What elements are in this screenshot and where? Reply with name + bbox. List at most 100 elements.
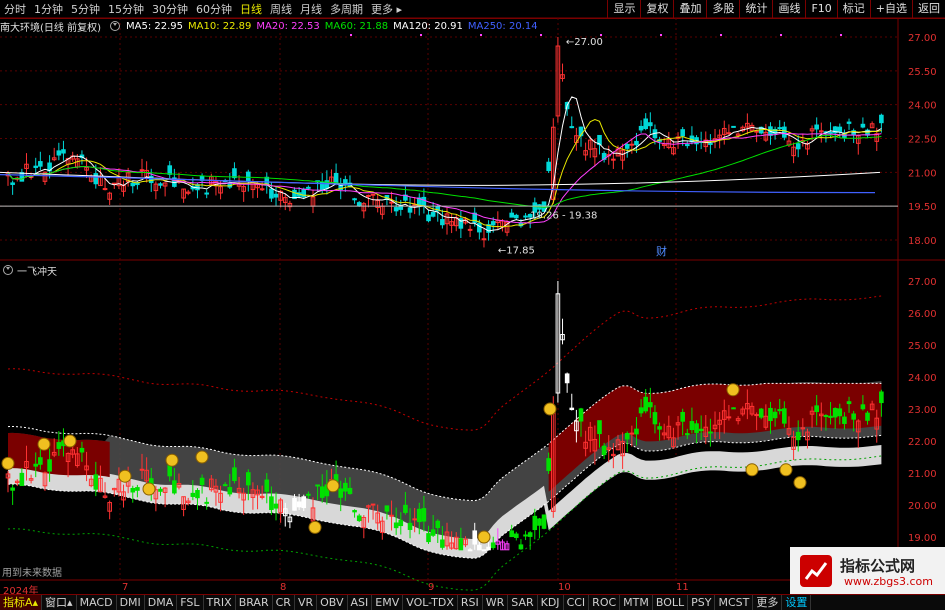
sub-candle-body bbox=[204, 501, 210, 504]
indicator-tab[interactable]: ROC bbox=[589, 595, 621, 610]
sub-candle-body bbox=[643, 396, 649, 412]
candle-body bbox=[638, 125, 644, 131]
y-tick-label: 21.00 bbox=[908, 168, 937, 179]
sub-candle-body bbox=[837, 408, 843, 417]
event-dot bbox=[350, 34, 352, 36]
sub-candle-body bbox=[33, 463, 39, 467]
sub-candle-body bbox=[564, 373, 570, 384]
sub-candle-body bbox=[56, 442, 62, 449]
future-data-note: 用到未来数据 bbox=[2, 566, 62, 579]
sub-candle-body bbox=[393, 522, 399, 529]
sub-candle-body bbox=[684, 433, 690, 436]
indicator-tab[interactable]: EMV bbox=[372, 595, 404, 610]
sub-candle-body bbox=[777, 409, 783, 412]
candle-body bbox=[33, 165, 39, 168]
sub-candle-body bbox=[832, 408, 838, 418]
indicator-tab[interactable]: PSY bbox=[688, 595, 716, 610]
sub-candle-body bbox=[199, 477, 205, 486]
high-annotation: ←27.00 bbox=[566, 37, 603, 48]
y-tick-label: 23.00 bbox=[908, 405, 937, 416]
ma-line bbox=[7, 118, 882, 228]
indicator-tab[interactable]: 更多 bbox=[753, 595, 783, 610]
candle-body bbox=[777, 127, 783, 130]
candle-body bbox=[19, 172, 25, 182]
sub-candle-body bbox=[421, 508, 427, 522]
date-axis: 2024年 7 8 9 10 11 bbox=[0, 582, 790, 597]
sub-candle-body bbox=[472, 530, 478, 545]
watermark: 指标公式网 www.zbgs3.com bbox=[790, 547, 945, 594]
sub-candle-body bbox=[356, 515, 362, 522]
y-tick-label: 27.00 bbox=[908, 277, 937, 288]
indicator-tab[interactable]: KDJ bbox=[538, 595, 564, 610]
sub-candle-body bbox=[629, 432, 635, 435]
indicator-tab[interactable]: FSL bbox=[177, 595, 204, 610]
sub-candle-body bbox=[828, 415, 833, 418]
sub-candle-body bbox=[726, 416, 732, 419]
candle-body bbox=[158, 183, 163, 186]
sub-candle-body bbox=[652, 412, 658, 425]
candle-body bbox=[139, 169, 145, 172]
indicator-tab[interactable]: VR bbox=[295, 595, 318, 610]
sub-candle-body bbox=[624, 432, 630, 440]
sub-candle-body bbox=[860, 404, 866, 410]
emoji-icon bbox=[779, 463, 793, 477]
indicator-tab[interactable]: MACD bbox=[77, 595, 117, 610]
indicator-tab[interactable]: TRIX bbox=[204, 595, 236, 610]
emoji-icon bbox=[543, 402, 557, 416]
sub-candle-body bbox=[190, 492, 196, 497]
indicator-tab[interactable]: CR bbox=[273, 595, 295, 610]
candle-body bbox=[38, 161, 43, 167]
sub-candle-body bbox=[823, 415, 829, 418]
indicator-tab[interactable]: CCI bbox=[564, 595, 590, 610]
candle-body bbox=[731, 125, 736, 128]
sub-candle-body bbox=[435, 520, 441, 529]
y-tick-label: 22.00 bbox=[908, 437, 937, 448]
candle-body bbox=[56, 150, 62, 156]
indicator-tab[interactable]: MTM bbox=[620, 595, 653, 610]
sub-candle-body bbox=[546, 458, 551, 471]
event-dot bbox=[840, 34, 842, 36]
indicator-tab[interactable]: VOL-TDX bbox=[403, 595, 458, 610]
indicator-tab[interactable]: DMI bbox=[117, 595, 145, 610]
indicator-tab[interactable]: WR bbox=[483, 595, 509, 610]
indicator-tab[interactable]: BOLL bbox=[653, 595, 689, 610]
sub-candle-body bbox=[846, 401, 852, 405]
sub-candle-body bbox=[319, 486, 325, 498]
candle-body bbox=[421, 196, 427, 207]
event-dot bbox=[720, 34, 722, 36]
sub-candle-body bbox=[680, 411, 685, 422]
indicator-tab[interactable]: 指标A▴ bbox=[0, 595, 43, 610]
candle-body bbox=[814, 124, 819, 130]
sub-candle-body bbox=[315, 484, 320, 487]
candle-body bbox=[634, 140, 639, 146]
indicator-tab[interactable]: OBV bbox=[317, 595, 348, 610]
indicator-tab[interactable]: ASI bbox=[348, 595, 373, 610]
sub-candle-body bbox=[38, 457, 43, 465]
emoji-icon bbox=[793, 476, 807, 490]
indicator-tab-bar: 指标A▴ 窗口▴ MACD DMI DMA FSL TRIX BRAR CR VR OBV ASI EM… bbox=[0, 594, 945, 610]
sub-candle-body bbox=[541, 514, 547, 529]
y-tick-label: 24.00 bbox=[908, 373, 937, 384]
y-tick-label: 19.50 bbox=[908, 202, 937, 213]
sub-candle-body bbox=[384, 505, 390, 512]
sub-candle-body bbox=[79, 447, 85, 453]
indicator-tab[interactable]: RSI bbox=[458, 595, 483, 610]
indicator-tab[interactable]: 设置 bbox=[782, 595, 812, 610]
indicator-tab[interactable]: DMA bbox=[145, 595, 178, 610]
date-label: 10 bbox=[558, 582, 571, 593]
indicator-tab[interactable]: MCST bbox=[715, 595, 754, 610]
indicator-tab[interactable]: SAR bbox=[508, 595, 538, 610]
sub-candle-body bbox=[694, 423, 699, 433]
candle-body bbox=[648, 122, 653, 127]
candle-body bbox=[259, 188, 265, 191]
sub-candle-body bbox=[273, 503, 279, 509]
sub-candle-body bbox=[301, 496, 307, 509]
sub-candle-body bbox=[19, 472, 25, 487]
sub-candle-body bbox=[569, 407, 575, 411]
indicator-tab[interactable]: BRAR bbox=[236, 595, 273, 610]
candle-body bbox=[93, 173, 99, 185]
candle-body bbox=[795, 143, 801, 150]
kline-chart[interactable]: 27.00 25.50 24.00 22.50 21.00 19.50 18.00 27.00… bbox=[0, 0, 945, 594]
y-tick-label: 27.00 bbox=[908, 33, 937, 44]
indicator-tab[interactable]: 窗口▴ bbox=[42, 595, 77, 610]
